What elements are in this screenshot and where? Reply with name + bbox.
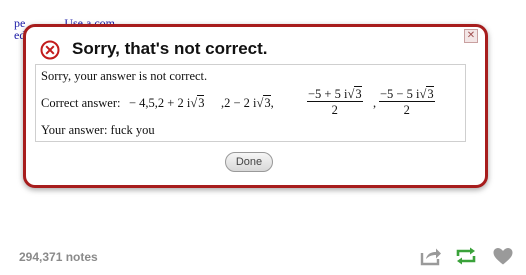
math-fraction: −5 + 5 i√3 2 (307, 86, 363, 117)
correct-answer-label: Correct answer: (41, 96, 121, 110)
error-x-icon (40, 40, 60, 60)
done-button[interactable]: Done (225, 152, 273, 172)
math-term: − 4,5,2 + 2 i√3 (129, 95, 205, 110)
error-message: Sorry, your answer is not correct. (41, 69, 208, 83)
close-icon[interactable]: ✕ (464, 29, 478, 43)
error-dialog: ✕ Sorry, that's not correct. Sorry, your… (23, 24, 488, 188)
heart-icon[interactable] (492, 246, 514, 266)
math-fraction: −5 − 5 i√3 2 (379, 86, 435, 117)
your-answer: Your answer: fuck you (41, 123, 155, 137)
feedback-panel: Sorry, your answer is not correct. Corre… (35, 64, 466, 142)
share-icon[interactable] (420, 246, 442, 266)
notes-count: 294,371 notes (19, 250, 98, 264)
reblog-icon[interactable] (455, 246, 477, 266)
dialog-title: Sorry, that's not correct. (72, 39, 268, 58)
math-term: ,2 − 2 i√3, (221, 95, 274, 110)
correct-answer-row: Correct answer: − 4,5,2 + 2 i√3 ,2 − 2 i… (41, 86, 435, 117)
